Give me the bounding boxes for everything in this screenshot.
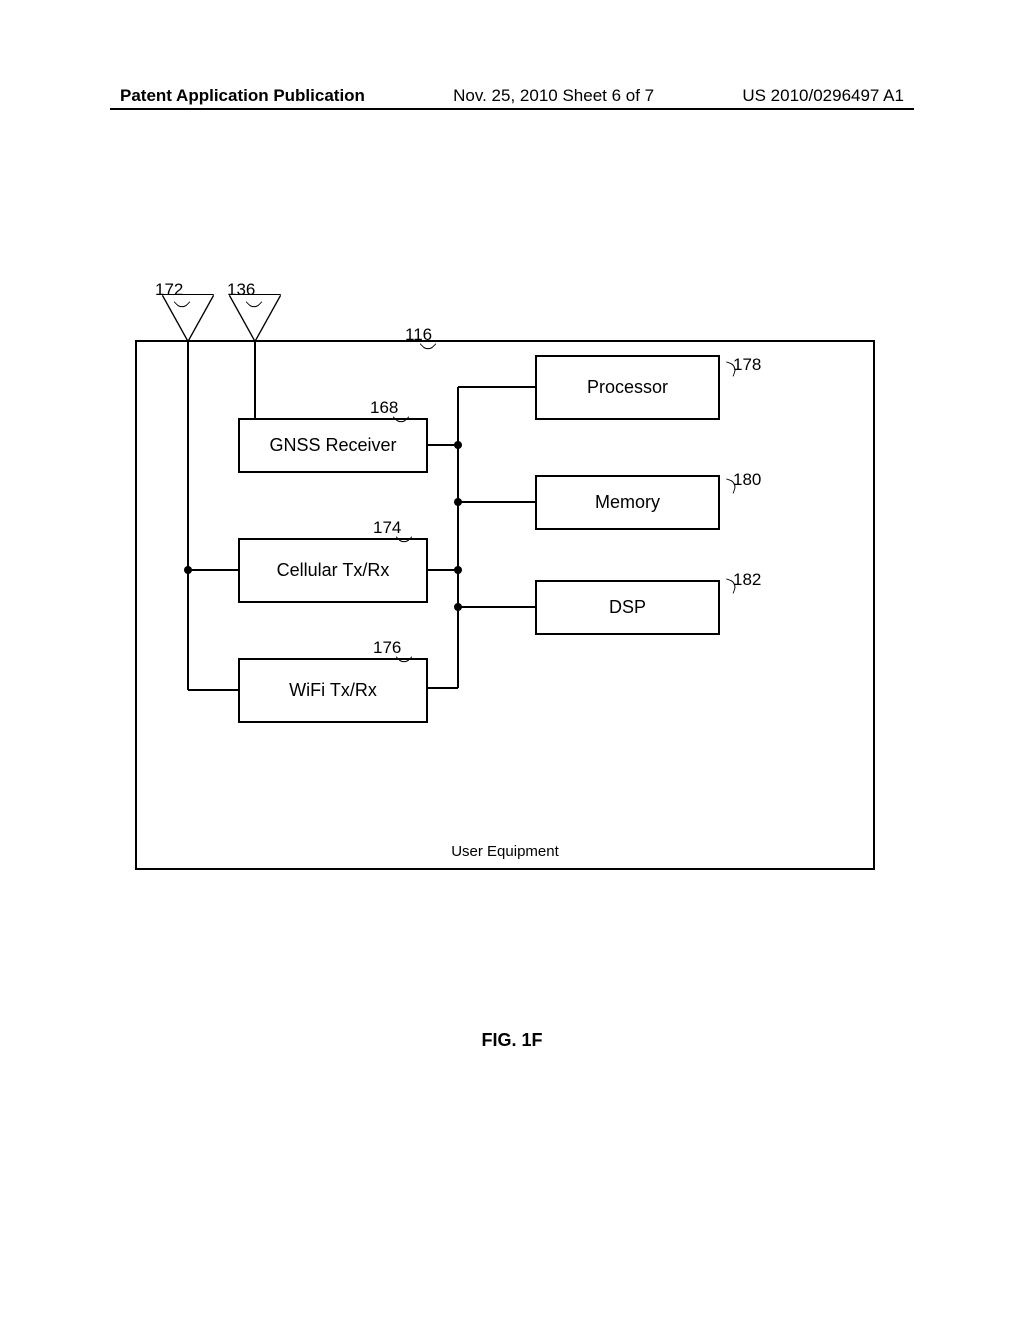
header-patent-number: US 2010/0296497 A1 bbox=[742, 86, 904, 106]
header-sheet-info: Nov. 25, 2010 Sheet 6 of 7 bbox=[453, 86, 654, 106]
wifi-label: WiFi Tx/Rx bbox=[289, 680, 377, 701]
cellular-txrx-box: Cellular Tx/Rx bbox=[238, 538, 428, 603]
memory-box: Memory bbox=[535, 475, 720, 530]
ref-label-178: 178 bbox=[733, 355, 761, 375]
processor-box: Processor bbox=[535, 355, 720, 420]
ref-label-180: 180 bbox=[733, 470, 761, 490]
ref-label-182: 182 bbox=[733, 570, 761, 590]
dsp-box: DSP bbox=[535, 580, 720, 635]
figure-caption: FIG. 1F bbox=[481, 1030, 542, 1051]
memory-label: Memory bbox=[595, 492, 660, 513]
processor-label: Processor bbox=[587, 377, 668, 398]
header-divider bbox=[110, 108, 914, 110]
gnss-label: GNSS Receiver bbox=[269, 435, 396, 456]
user-equipment-label: User Equipment bbox=[451, 843, 559, 860]
page-header: Patent Application Publication Nov. 25, … bbox=[0, 86, 1024, 106]
header-publication: Patent Application Publication bbox=[120, 86, 365, 106]
gnss-receiver-box: GNSS Receiver bbox=[238, 418, 428, 473]
block-diagram: User Equipment GNSS Receiver Cellular Tx… bbox=[135, 280, 875, 870]
wifi-txrx-box: WiFi Tx/Rx bbox=[238, 658, 428, 723]
dsp-label: DSP bbox=[609, 597, 646, 618]
cellular-label: Cellular Tx/Rx bbox=[277, 560, 390, 581]
